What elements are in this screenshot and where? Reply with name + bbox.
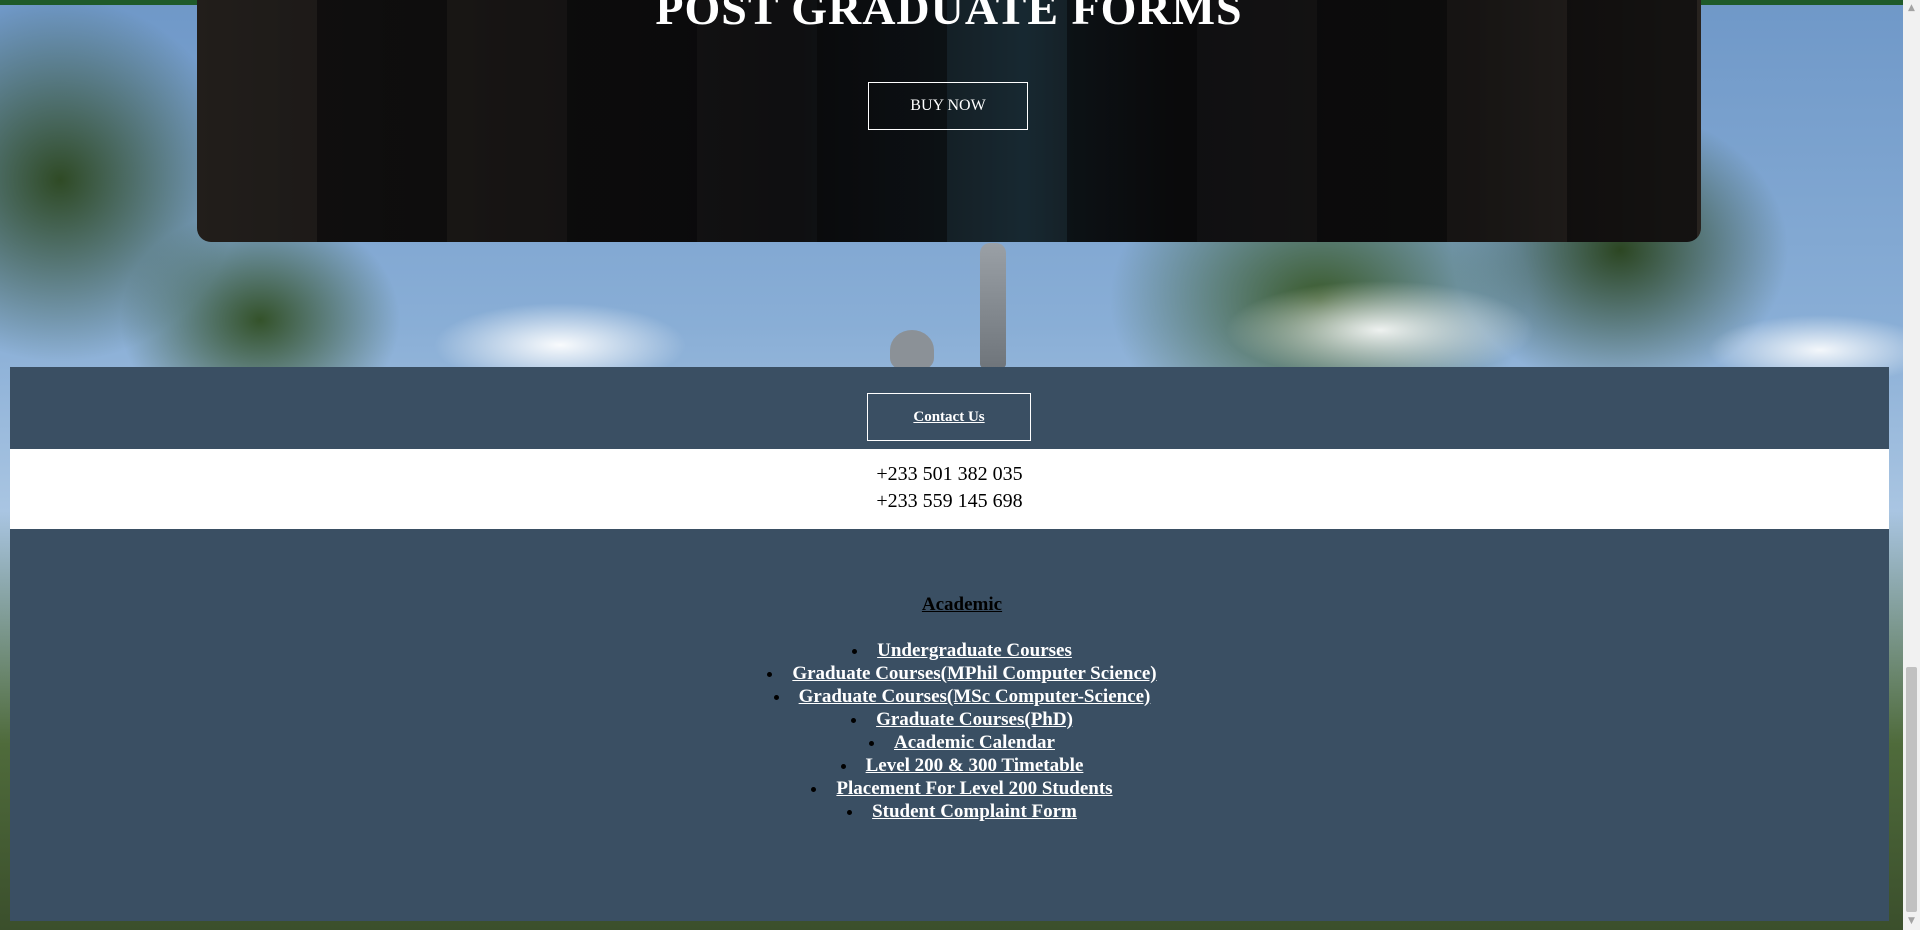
phone-numbers: +233 501 382 035 +233 559 145 698 [10, 449, 1889, 529]
list-item: Academic Calendar [35, 731, 1889, 754]
list-item: Undergraduate Courses [35, 639, 1889, 662]
hero-title: POST GRADUATE FORMS [655, 0, 1243, 34]
contact-us-button[interactable]: Contact Us [867, 393, 1031, 441]
list-item: Level 200 & 300 Timetable [35, 754, 1889, 777]
list-item: Graduate Courses(MPhil Computer Science) [35, 662, 1889, 685]
torch-statue-image [980, 243, 1006, 368]
link-level-200-300-timetable[interactable]: Level 200 & 300 Timetable [866, 755, 1084, 776]
triangle-down-icon[interactable]: ▼ [1903, 913, 1920, 930]
academic-links-section: Academic Undergraduate Courses Graduate … [10, 529, 1889, 921]
contact-section: Contact Us [10, 367, 1889, 449]
buy-now-button[interactable]: BUY NOW [868, 82, 1028, 130]
list-item: Student Complaint Form [35, 800, 1889, 823]
link-academic-calendar[interactable]: Academic Calendar [894, 732, 1055, 753]
link-msc-computer-science[interactable]: Graduate Courses(MSc Computer-Science) [799, 686, 1151, 707]
academic-link-list: Undergraduate Courses Graduate Courses(M… [10, 639, 1889, 823]
vertical-scrollbar[interactable]: ▲ ▼ [1903, 0, 1920, 930]
hero-banner: POST GRADUATE FORMS BUY NOW [197, 0, 1701, 242]
list-item: Placement For Level 200 Students [35, 777, 1889, 800]
link-placement-level-200[interactable]: Placement For Level 200 Students [836, 778, 1112, 799]
list-item: Graduate Courses(PhD) [35, 708, 1889, 731]
phone-number: +233 559 145 698 [876, 490, 1023, 512]
phone-number: +233 501 382 035 [876, 463, 1023, 485]
link-mphil-computer-science[interactable]: Graduate Courses(MPhil Computer Science) [792, 663, 1156, 684]
triangle-up-icon[interactable]: ▲ [1903, 0, 1920, 17]
link-student-complaint-form[interactable]: Student Complaint Form [872, 801, 1077, 822]
link-phd-courses[interactable]: Graduate Courses(PhD) [876, 709, 1073, 730]
scrollbar-thumb[interactable] [1906, 667, 1917, 912]
academic-heading: Academic [921, 594, 1003, 615]
link-undergraduate-courses[interactable]: Undergraduate Courses [877, 640, 1072, 661]
list-item: Graduate Courses(MSc Computer-Science) [35, 685, 1889, 708]
page: POST GRADUATE FORMS BUY NOW Contact Us +… [0, 0, 1920, 930]
graduate-statue-image [890, 330, 934, 370]
